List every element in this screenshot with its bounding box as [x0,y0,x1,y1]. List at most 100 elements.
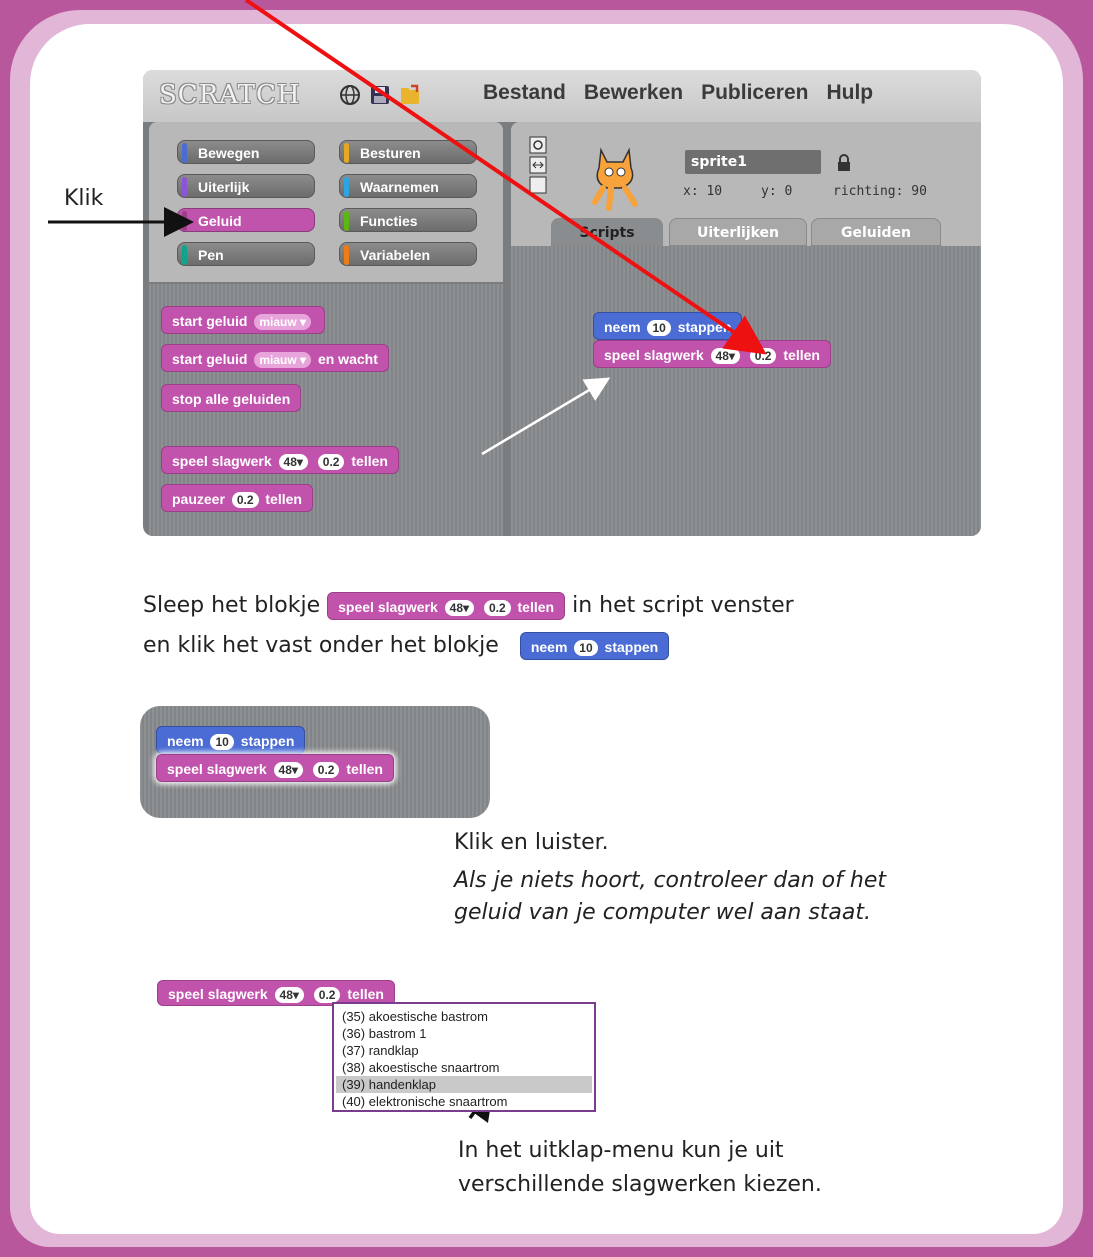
dropdown-value: miauw [259,353,297,368]
dropdown-item-highlighted[interactable]: (39) handenklap [336,1076,592,1093]
category-bewegen[interactable]: Bewegen [177,140,315,164]
category-besturen[interactable]: Besturen [339,140,477,164]
block-text: stappen [677,319,732,335]
category-variabelen[interactable]: Variabelen [339,242,477,266]
category-label: Pen [198,247,224,263]
dropdown-item[interactable]: (37) randklap [342,1042,419,1059]
drum-dropdown: 48▾ [444,600,475,617]
instruction-3-line-1: In het uitklap-menu kun je uit [458,1138,784,1163]
beats-input[interactable]: 0.2 [231,492,259,509]
category-functies[interactable]: Functies [339,208,477,232]
category-color-stripe [344,211,349,231]
menu-bestand[interactable]: Bestand [483,81,566,105]
tab-scripts[interactable]: Scripts [551,218,663,246]
block-play-drum[interactable]: speel slagwerk 48▾ 0.2 tellen [161,446,399,474]
beats-input[interactable]: 0.2 [313,987,341,1004]
block-text: start geluid [172,351,248,367]
category-waarnemen[interactable]: Waarnemen [339,174,477,198]
sound-dropdown[interactable]: miauw ▾ [254,352,312,369]
dropdown-value: miauw [259,315,297,330]
category-color-stripe [182,177,187,197]
steps-input[interactable]: 10 [210,734,234,751]
block-text: speel slagwerk [172,453,272,469]
inline-drum-block: speel slagwerk 48▾ 0.2 tellen [327,592,566,620]
menu-bar: SCRATCH Bestand Bewerken Publiceren Hulp [143,70,981,122]
sprite-x: x: 10 [683,184,723,199]
block-rest[interactable]: pauzeer 0.2 tellen [161,484,313,512]
menu-bewerken[interactable]: Bewerken [584,81,683,105]
category-color-stripe [182,211,187,231]
beats-input[interactable]: 0.2 [317,454,345,471]
dropdown-item[interactable]: (38) akoestische snaartrom [342,1059,500,1076]
block-start-sound[interactable]: start geluid miauw ▾ [161,306,326,334]
block-play-drum[interactable]: speel slagwerk 48▾ 0.2 tellen [593,340,831,368]
scratch-window: SCRATCH Bestand Bewerken Publiceren Hulp… [143,70,981,536]
dropdown-value: 48 [279,988,293,1003]
steps-input[interactable]: 10 [647,320,671,337]
instruction-1-line-2: en klik het vast onder het blokje neem 1… [143,632,670,660]
block-stop-all-sounds[interactable]: stop alle geluiden [161,384,302,412]
block-text: tellen [351,453,388,469]
category-label: Functies [360,213,418,229]
block-text: stappen [604,639,659,655]
category-pen[interactable]: Pen [177,242,315,266]
block-start-sound-wait[interactable]: start geluid miauw ▾ en wacht [161,344,389,372]
script-area: neem 10 stappen speel slagwerk 48▾ 0.2 t… [511,246,981,536]
sprite-name-field[interactable]: sprite1 [685,150,821,174]
instruction-2-line-1: Klik en luister. [454,830,609,855]
save-icon[interactable] [369,84,391,106]
dropdown-item[interactable]: (40) elektronische snaartrom [342,1093,507,1110]
block-text: speel slagwerk [167,761,267,777]
instruction-2-line-2: Als je niets hoort, controleer dan of he… [454,868,886,893]
dropdown-item[interactable]: (36) bastrom 1 [342,1025,427,1042]
sprite-info-panel: sprite1 x: 10 y: 0 richting: 90 Scripts … [511,122,981,246]
block-text: tellen [346,761,383,777]
rotation-style-icons[interactable] [529,136,547,196]
category-color-stripe [182,143,187,163]
share-folder-icon[interactable] [399,84,421,106]
menu-publiceren[interactable]: Publiceren [701,81,808,105]
block-text: neem [604,319,641,335]
block-move-steps[interactable]: neem 10 stappen [593,312,743,340]
instruction-2-line-3: geluid van je computer wel aan staat. [454,900,872,925]
beats-input[interactable]: 0.2 [312,762,340,779]
block-play-drum[interactable]: speel slagwerk 48▾ 0.2 tellen [156,754,394,782]
instruction-1-line-1: Sleep het blokje speel slagwerk 48▾ 0.2 … [143,592,794,620]
instruction-text: in het script venster [572,593,794,618]
tab-costumes[interactable]: Uiterlijken [669,218,807,246]
beats-input: 0.2 [483,600,511,617]
category-uiterlijk[interactable]: Uiterlijk [177,174,315,198]
category-panel: Bewegen Besturen Uiterlijk Waarnemen Gel… [149,122,503,282]
drum-dropdown[interactable]: 48▾ [273,762,303,779]
block-text: tellen [265,491,302,507]
block-text: pauzeer [172,491,225,507]
block-move-steps[interactable]: neem 10 stappen [156,726,306,754]
category-color-stripe [344,245,349,265]
dropdown-value: 48 [715,349,729,364]
block-palette: start geluid miauw ▾ start geluid miauw … [149,284,503,536]
dropdown-item[interactable]: (35) akoestische bastrom [342,1008,488,1025]
dropdown-value: 48 [278,763,292,778]
category-label: Bewegen [198,145,260,161]
block-text: speel slagwerk [168,986,268,1002]
drum-dropdown-menu: (35) akoestische bastrom (36) bastrom 1 … [332,1002,596,1112]
sound-dropdown[interactable]: miauw ▾ [254,314,312,331]
sprite-cat-icon [592,147,638,211]
block-text: tellen [517,599,555,615]
drum-dropdown[interactable]: 48▾ [710,348,740,365]
sprite-direction: richting: 90 [833,184,927,199]
category-geluid[interactable]: Geluid [177,208,315,232]
menu-hulp[interactable]: Hulp [826,81,873,105]
lock-icon[interactable] [837,154,851,172]
block-text: neem [167,733,204,749]
drum-dropdown[interactable]: 48▾ [274,987,304,1004]
tab-sounds[interactable]: Geluiden [811,218,941,246]
block-text: stop alle geluiden [172,391,291,407]
category-color-stripe [344,143,349,163]
category-color-stripe [182,245,187,265]
beats-input[interactable]: 0.2 [749,348,777,365]
globe-icon[interactable] [339,84,361,106]
inline-move-block: neem 10 stappen [519,632,670,660]
scratch-logo: SCRATCH [159,80,301,110]
drum-dropdown[interactable]: 48▾ [278,454,308,471]
